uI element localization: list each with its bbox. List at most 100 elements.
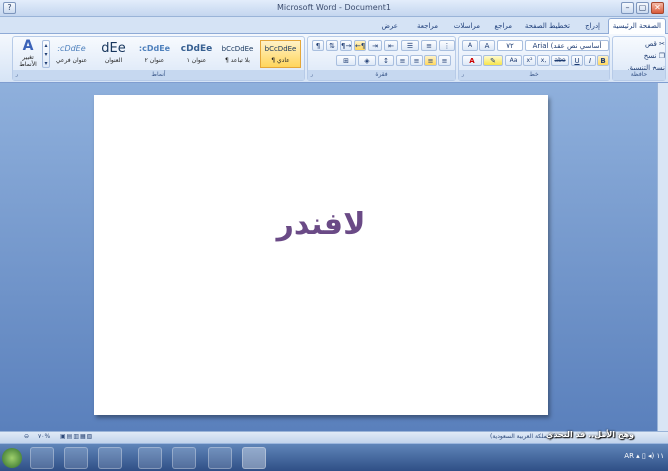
font-size-dropdown[interactable]: ٧٢ [497,40,523,51]
style-sample: dEe [101,41,126,56]
align-left-icon[interactable]: ≡ [396,55,409,66]
zoom-level[interactable]: ٧٠% [38,433,50,440]
ribbon: قص ✂ نسخ ❐ نسخ التنسيق حافظة Arial (أساس… [0,34,668,83]
tab-mailings[interactable]: مراسلات [450,19,484,34]
change-styles-label: تغيير الأنماط [19,54,37,68]
styles-group-label: أنماط [13,70,304,80]
style-name: ¶ عادي [271,57,290,64]
tab-insert[interactable]: إدراج [581,19,604,34]
font-group: Arial (أساسي نص عقد ٧٢ A A B I U abe x, … [458,36,610,81]
subscript-button[interactable]: x, [537,55,550,66]
superscript-button[interactable]: x² [523,55,536,66]
tab-view[interactable]: عرض [377,19,402,34]
style-sample: cDdEe [180,44,213,54]
tab-review[interactable]: مراجعة [413,19,442,34]
tray-icons[interactable]: ▴ ▯ ◂) [636,452,656,460]
clipboard-group-label: حافظة [613,70,665,80]
highlight-icon[interactable]: ✎ [483,55,503,66]
maximize-button[interactable]: ▢ [636,2,649,14]
clock[interactable]: ١١ [656,452,664,460]
tab-home[interactable]: الصفحة الرئيسية [607,18,666,35]
strikethrough-button[interactable]: abe [551,55,569,66]
clipboard-group: قص ✂ نسخ ❐ نسخ التنسيق حافظة [612,36,666,81]
font-group-label: خط [459,70,609,80]
window-controls: – ▢ ✕ [621,2,664,14]
style-normal[interactable]: bCcDdEe ¶ عادي [260,40,301,68]
font-color-icon[interactable]: A [462,55,482,66]
style-title[interactable]: dEe العنوان [93,40,134,68]
bullets-icon[interactable]: ⋮ [439,40,455,51]
align-right-icon[interactable]: ≡ [424,55,437,66]
media-player-icon[interactable] [64,447,88,469]
paragraph-group-label: فقرة [308,70,455,80]
start-button[interactable] [2,448,22,468]
cut-label: قص [644,40,657,48]
copy-label: نسخ [643,52,657,60]
language-tray[interactable]: AR [624,452,634,460]
change-case-button[interactable]: Aa [505,55,522,66]
style-sample: bCcDdEe [264,45,297,53]
shading-icon[interactable]: ◈ [358,55,376,66]
rtl-icon[interactable]: ←¶ [354,40,366,51]
view-buttons[interactable]: ▣▤▥▦▧ [60,433,93,440]
style-name: العنوان [104,57,123,64]
line-spacing-icon[interactable]: ↕ [378,55,394,66]
document-page[interactable]: لافندر [94,95,548,415]
system-tray: AR ▴ ▯ ◂) ١١ [624,452,664,460]
style-sample: :cDdEe [57,44,86,53]
font-dialog-launcher-icon[interactable]: ⌟ [461,72,468,79]
bold-button[interactable]: B [597,55,609,66]
paint-app-icon[interactable] [208,447,232,469]
explorer-icon[interactable] [30,447,54,469]
style-name: عنوان ٢ [144,57,165,64]
copy-button[interactable]: نسخ ❐ [615,51,665,62]
ltr-icon[interactable]: ¶→ [340,40,352,51]
word-taskbar-icon[interactable] [242,447,266,469]
paragraph-dialog-launcher-icon[interactable]: ⌟ [310,72,317,79]
underline-button[interactable]: U [571,55,583,66]
borders-icon[interactable]: ⊞ [336,55,356,66]
tab-page-layout[interactable]: تخطيط الصفحة [521,19,574,34]
styles-group: bCcDdEe ¶ عادي bCcDdEe ¶ بلا تباعد cDdEe… [12,36,305,81]
paragraph-mark-icon[interactable]: ¶ [312,40,324,51]
style-name: عنوان فرعي [55,57,88,64]
numbering-icon[interactable]: ≡ [421,40,437,51]
styles-dialog-launcher-icon[interactable]: ⌟ [15,72,22,79]
style-no-spacing[interactable]: bCcDdEe ¶ بلا تباعد [217,40,258,68]
shrink-font-button[interactable]: A [462,40,478,51]
justify-icon[interactable]: ≡ [438,55,451,66]
decrease-indent-icon[interactable]: ⇤ [384,40,398,51]
minimize-button[interactable]: – [621,2,634,14]
sort-icon[interactable]: ⇅ [326,40,338,51]
multilevel-list-icon[interactable]: ☰ [401,40,419,51]
close-button[interactable]: ✕ [651,2,664,14]
zoom-out-icon[interactable]: ⊖ [24,433,29,440]
document-text[interactable]: لافندر [94,207,548,242]
taskbar: AR ▴ ▯ ◂) ١١ [0,443,668,471]
style-sample: :cDdEe [138,44,171,53]
style-subtitle[interactable]: :cDdEe عنوان فرعي [51,40,92,68]
network-app-icon[interactable] [172,447,196,469]
style-name: ¶ بلا تباعد [225,57,250,64]
vertical-scrollbar[interactable] [657,83,668,431]
tab-references[interactable]: مراجع [490,19,516,34]
caption-overlay: وهج الأمل.. قد التحدي [546,430,635,439]
help-icon[interactable]: ? [3,2,16,14]
font-name-dropdown[interactable]: Arial (أساسي نص عقد [525,40,609,51]
browser-icon[interactable] [98,447,122,469]
italic-button[interactable]: I [584,55,596,66]
increase-indent-icon[interactable]: ⇥ [368,40,382,51]
change-styles-button[interactable]: A تغيير الأنماط [15,38,41,69]
title-bar: Microsoft Word - Document1 – ▢ ✕ ? [0,0,668,17]
style-name: عنوان ١ [186,57,207,64]
align-center-icon[interactable]: ≡ [410,55,423,66]
cut-button[interactable]: قص ✂ [615,39,665,50]
change-styles-icon: A [22,38,34,54]
grow-font-button[interactable]: A [479,40,495,51]
pin-app-icon[interactable] [138,447,162,469]
style-sample: bCcDdEe [221,45,254,53]
style-heading-2[interactable]: :cDdEe عنوان ٢ [134,40,175,68]
window-title: Microsoft Word - Document1 [276,3,392,12]
style-heading-1[interactable]: cDdEe عنوان ١ [176,40,217,68]
gallery-scroll-icon[interactable]: ▴ ▾ ▾ [42,40,50,68]
